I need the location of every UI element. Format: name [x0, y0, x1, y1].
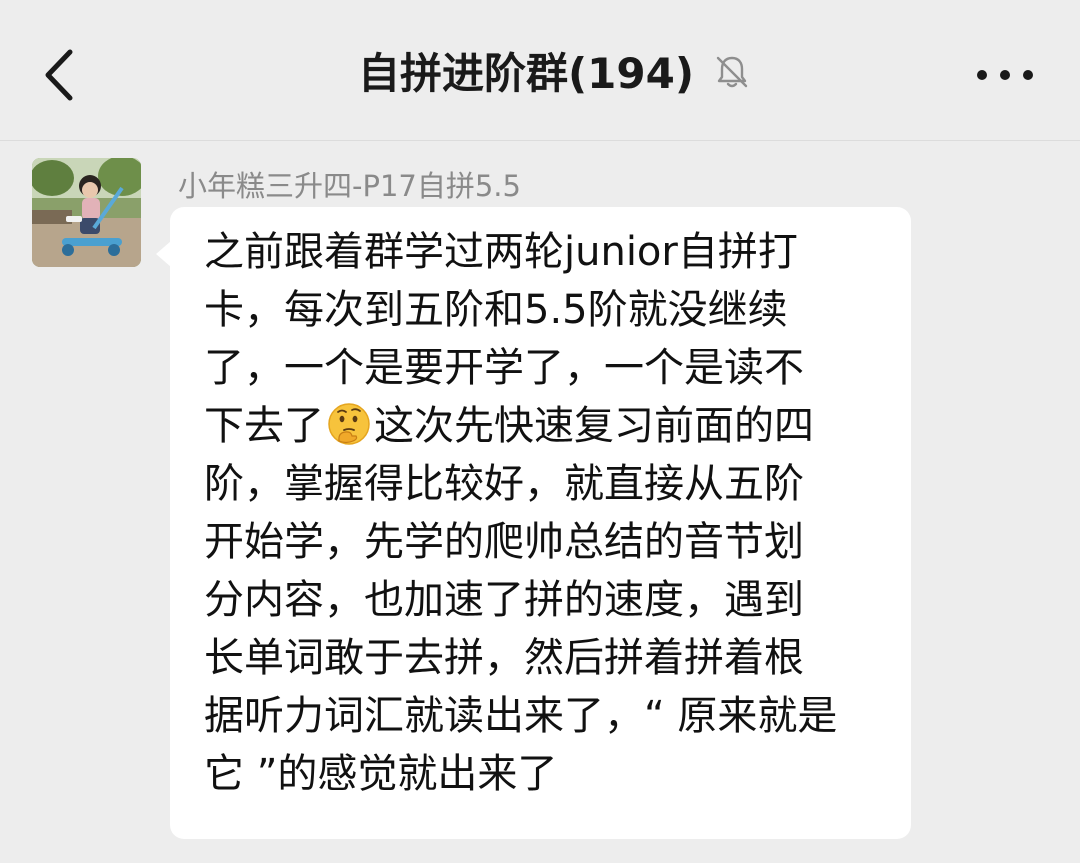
title-area: 自拼进阶群(194): [0, 0, 1080, 140]
message-line: 下去了 这次先快速复习前面的四: [204, 397, 879, 455]
message-line: 分内容，也加速了拼的速度，遇到: [204, 577, 804, 623]
more-dots-icon[interactable]: [970, 55, 1040, 95]
thinking-face-emoji: [328, 403, 370, 445]
chat-header: 自拼进阶群(194): [0, 0, 1080, 141]
chat-title: 自拼进阶群(194): [357, 48, 695, 98]
bell-off-icon: [716, 56, 748, 88]
message-line: 开始学，先学的爬帅总结的音节划: [204, 519, 804, 565]
message-text: 这次先快速复习前面的四: [374, 403, 814, 449]
chevron-left-icon[interactable]: [30, 40, 90, 110]
message-line: 长单词敢于去拼，然后拼着拼着根: [204, 635, 804, 681]
sender-name: 小年糕三升四-P17自拼5.5: [178, 169, 521, 203]
message-line: 之前跟着群学过两轮junior自拼打: [204, 229, 798, 275]
message-line: 据听力词汇就读出来了，“ 原来就是: [204, 693, 838, 739]
bubble-tail: [156, 241, 171, 267]
message-line: 卡，每次到五阶和5.5阶就没继续: [204, 287, 788, 333]
message-bubble[interactable]: 之前跟着群学过两轮junior自拼打 卡，每次到五阶和5.5阶就没继续 了，一个…: [170, 207, 911, 839]
message-text: 下去了: [204, 403, 324, 449]
message-line: 阶，掌握得比较好，就直接从五阶: [204, 461, 804, 507]
message-line: 了，一个是要开学了，一个是读不: [204, 345, 804, 391]
chat-area[interactable]: 小年糕三升四-P17自拼5.5 之前跟着群学过两轮junior自拼打 卡，每次到…: [0, 141, 1080, 863]
avatar[interactable]: [32, 158, 141, 267]
message-line: 它 ”的感觉就出来了: [204, 751, 558, 797]
